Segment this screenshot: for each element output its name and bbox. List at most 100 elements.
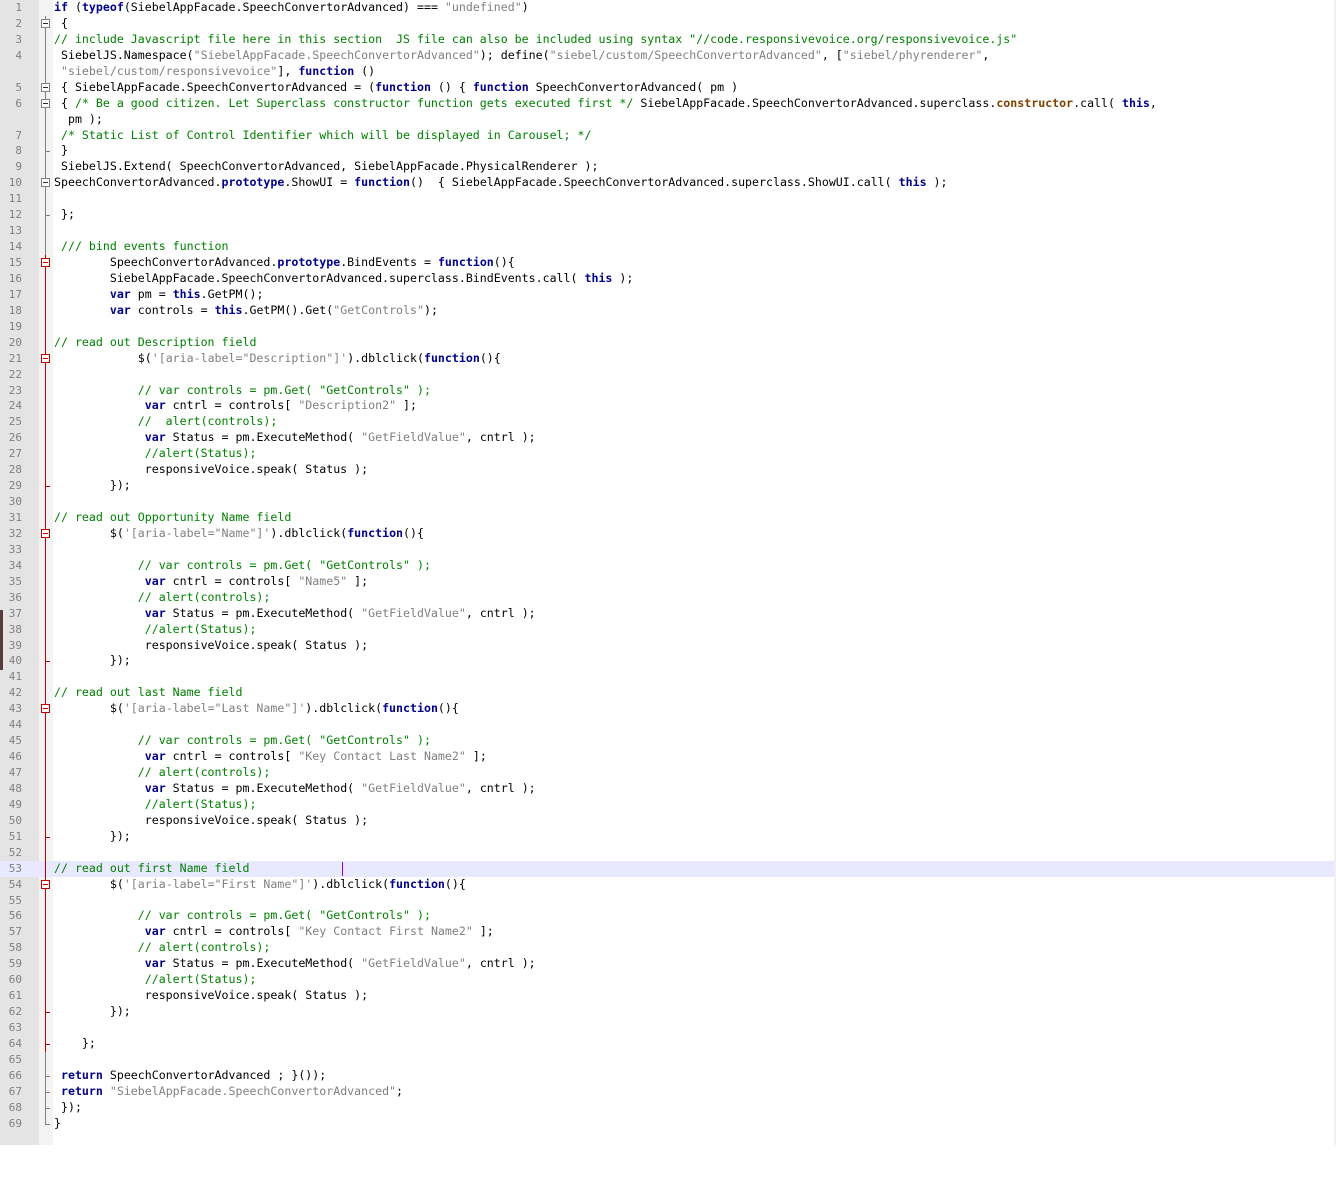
- code-line[interactable]: 66 return SpeechConvertorAdvanced ; }())…: [0, 1067, 1336, 1084]
- code-line[interactable]: 9 SiebelJS.Extend( SpeechConvertorAdvanc…: [0, 159, 1336, 176]
- code-line[interactable]: 1 if (typeof(SiebelAppFacade.SpeechConver…: [0, 0, 1336, 16]
- code-line[interactable]: 38 //alert(Status);: [0, 621, 1336, 638]
- code-token: // read out last Name field: [54, 685, 243, 700]
- code-line[interactable]: 43 $('[aria-label="Last Name"]').dblclic…: [0, 701, 1336, 718]
- code-line[interactable]: 63: [0, 1020, 1336, 1036]
- code-line[interactable]: 28 responsiveVoice.speak( Status );: [0, 462, 1336, 479]
- code-line[interactable]: 13: [0, 223, 1336, 240]
- code-line[interactable]: 55: [0, 892, 1336, 909]
- code-line[interactable]: 26 var Status = pm.ExecuteMethod( "GetFi…: [0, 430, 1336, 447]
- code-line[interactable]: 47 // alert(controls);: [0, 765, 1336, 781]
- code-line[interactable]: 60 //alert(Status);: [0, 972, 1336, 989]
- code-line[interactable]: 41: [0, 669, 1336, 686]
- code-line[interactable]: 30: [0, 494, 1336, 511]
- code-line[interactable]: 17 var pm = this.GetPM();: [0, 286, 1336, 303]
- code-line[interactable]: 16 SiebelAppFacade.SpeechConvertorAdvanc…: [0, 270, 1336, 287]
- code-line[interactable]: 44: [0, 717, 1336, 734]
- line-number: 59: [8, 957, 22, 971]
- code-line[interactable]: 20 // read out Description field: [0, 334, 1336, 351]
- fold-collapse-icon[interactable]: [41, 258, 50, 267]
- fold-guide-line: [45, 398, 46, 415]
- code-line[interactable]: 18 var controls = this.GetPM().Get("GetC…: [0, 302, 1336, 319]
- code-line[interactable]: 42 // read out last Name field: [0, 685, 1336, 702]
- code-line[interactable]: 21 $('[aria-label="Description"]').dblcl…: [0, 350, 1336, 367]
- code-line[interactable]: 48 var Status = pm.ExecuteMethod( "GetFi…: [0, 780, 1336, 797]
- line-number: 51: [8, 829, 22, 843]
- code-line[interactable]: 6 { /* Be a good citizen. Let Superclass…: [0, 95, 1336, 112]
- code-line[interactable]: 8 }: [0, 143, 1336, 160]
- code-line[interactable]: 67 return "SiebelAppFacade.SpeechConvert…: [0, 1083, 1336, 1100]
- code-line[interactable]: 62 });: [0, 1004, 1336, 1021]
- code-line[interactable]: 39 responsiveVoice.speak( Status );: [0, 637, 1336, 654]
- code-line[interactable]: 54 $('[aria-label="First Name"]').dblcli…: [0, 876, 1336, 893]
- code-line[interactable]: 57 var cntrl = controls[ "Key Contact Fi…: [0, 924, 1336, 941]
- code-line[interactable]: pm );: [0, 111, 1336, 128]
- code-line[interactable]: 53 // read out first Name field: [0, 860, 1336, 877]
- code-line[interactable]: 10 SpeechConvertorAdvanced.prototype.Show…: [0, 175, 1336, 192]
- fold-collapse-icon[interactable]: [41, 879, 50, 889]
- code-token: function: [375, 79, 431, 94]
- code-text: /* Static List of Control Identifier whi…: [54, 128, 592, 144]
- fold-collapse-icon[interactable]: [41, 528, 50, 538]
- fold-collapse-icon[interactable]: [41, 704, 50, 714]
- code-line[interactable]: 11: [0, 191, 1336, 208]
- fold-collapse-icon[interactable]: [41, 82, 50, 92]
- code-line[interactable]: 64 };: [0, 1035, 1336, 1052]
- code-line[interactable]: 33: [0, 541, 1336, 558]
- code-token: "GetFieldValue": [361, 605, 466, 620]
- code-line[interactable]: 46 var cntrl = controls[ "Key Contact La…: [0, 749, 1336, 766]
- fold-collapse-icon[interactable]: [41, 18, 50, 28]
- fold-collapse-icon[interactable]: [41, 353, 50, 363]
- code-line[interactable]: 25 // alert(controls);: [0, 414, 1336, 431]
- fold-guide-line: [45, 63, 46, 80]
- code-token: controls =: [130, 302, 215, 317]
- code-line[interactable]: 29 });: [0, 478, 1336, 495]
- code-line[interactable]: 59 var Status = pm.ExecuteMethod( "GetFi…: [0, 956, 1336, 973]
- code-line[interactable]: 50 responsiveVoice.speak( Status );: [0, 812, 1336, 829]
- code-line[interactable]: 51 });: [0, 828, 1336, 845]
- code-line[interactable]: 32 $('[aria-label="Name"]').dblclick(fun…: [0, 525, 1336, 542]
- code-text: // alert(controls);: [54, 590, 271, 606]
- fold-guide-line: [45, 382, 46, 399]
- code-line[interactable]: 31 // read out Opportunity Name field: [0, 510, 1336, 526]
- code-line[interactable]: 68 });: [0, 1099, 1336, 1116]
- code-line[interactable]: 61 responsiveVoice.speak( Status );: [0, 988, 1336, 1005]
- code-line[interactable]: 19: [0, 318, 1336, 335]
- code-line[interactable]: 65: [0, 1051, 1336, 1068]
- code-line[interactable]: 49 //alert(Status);: [0, 796, 1336, 813]
- code-line[interactable]: 12 };: [0, 207, 1336, 224]
- code-line[interactable]: 3 // include Javascript file here in this…: [0, 31, 1336, 48]
- code-token: Status = pm.ExecuteMethod(: [165, 780, 362, 795]
- code-line[interactable]: 15 SpeechConvertorAdvanced.prototype.Bin…: [0, 255, 1336, 271]
- code-line[interactable]: 7 /* Static List of Control Identifier w…: [0, 127, 1336, 144]
- code-line[interactable]: 45 // var controls = pm.Get( "GetControl…: [0, 733, 1336, 750]
- fold-collapse-icon[interactable]: [41, 178, 50, 188]
- fold-collapse-icon[interactable]: [41, 98, 50, 108]
- code-lines[interactable]: 1 if (typeof(SiebelAppFacade.SpeechConver…: [0, 0, 1336, 1132]
- code-token: (){: [444, 876, 466, 891]
- code-line[interactable]: 40 });: [0, 653, 1336, 670]
- code-text: SiebelJS.Extend( SpeechConvertorAdvanced…: [54, 159, 598, 175]
- code-text: /// bind events function: [54, 239, 229, 255]
- code-token: /// bind events function: [54, 239, 229, 254]
- code-line[interactable]: 27 //alert(Status);: [0, 446, 1336, 463]
- code-line[interactable]: 2 {: [0, 15, 1336, 32]
- code-line[interactable]: 14 /// bind events function: [0, 239, 1336, 256]
- code-line[interactable]: 22: [0, 366, 1336, 383]
- code-line[interactable]: 37 var Status = pm.ExecuteMethod( "GetFi…: [0, 605, 1336, 622]
- code-line[interactable]: "siebel/custom/responsivevoice"], functi…: [0, 63, 1336, 80]
- code-line[interactable]: 5 { SiebelAppFacade.SpeechConvertorAdvan…: [0, 79, 1336, 96]
- code-line[interactable]: 56 // var controls = pm.Get( "GetControl…: [0, 908, 1336, 925]
- code-line[interactable]: 35 var cntrl = controls[ "Name5" ];: [0, 573, 1336, 590]
- text-cursor: [342, 861, 343, 876]
- code-line[interactable]: 52: [0, 844, 1336, 861]
- code-line[interactable]: 4 SiebelJS.Namespace("SiebelAppFacade.Sp…: [0, 47, 1336, 64]
- code-line[interactable]: 24 var cntrl = controls[ "Description2" …: [0, 398, 1336, 415]
- code-editor[interactable]: 1 if (typeof(SiebelAppFacade.SpeechConver…: [0, 0, 1336, 1145]
- code-line[interactable]: 34 // var controls = pm.Get( "GetControl…: [0, 557, 1336, 574]
- code-line[interactable]: 23 // var controls = pm.Get( "GetControl…: [0, 382, 1336, 399]
- code-line[interactable]: 58 // alert(controls);: [0, 940, 1336, 957]
- code-line[interactable]: 69}: [0, 1115, 1336, 1132]
- code-line[interactable]: 36 // alert(controls);: [0, 589, 1336, 606]
